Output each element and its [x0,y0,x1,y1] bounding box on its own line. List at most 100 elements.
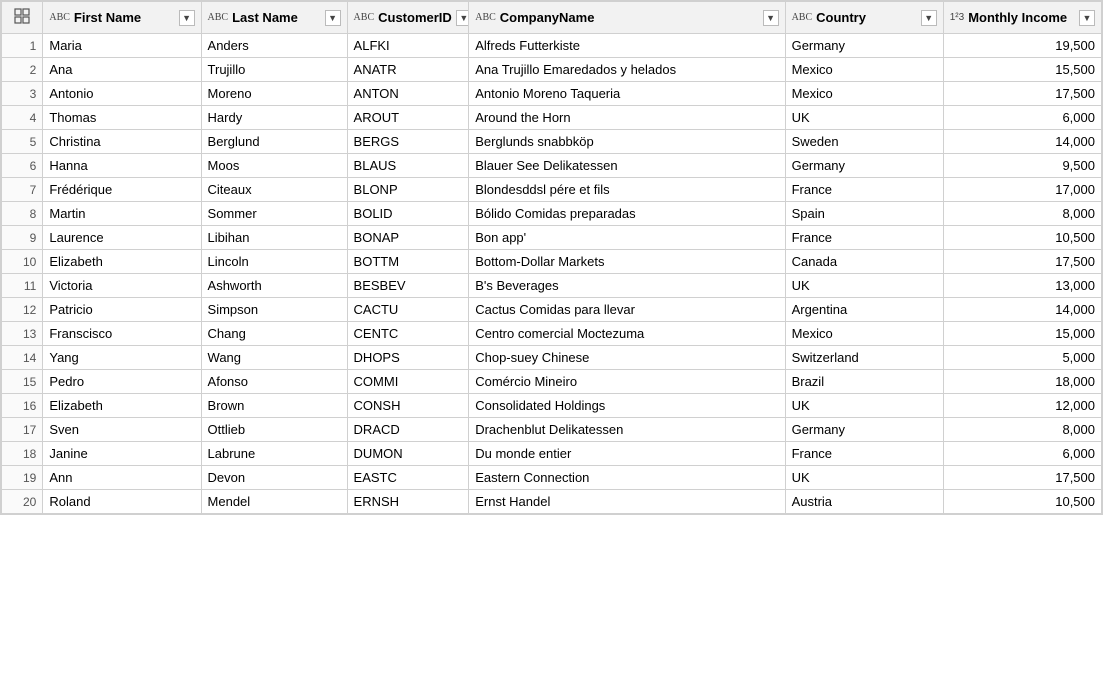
cell-company-name: Cactus Comidas para llevar [469,298,785,322]
row-number: 20 [2,490,43,514]
cell-country: Germany [785,418,943,442]
cell-first-name: Christina [43,130,201,154]
monthly-income-dropdown[interactable]: ▼ [1079,10,1095,26]
table-row: 13FransciscoChangCENTCCentro comercial M… [2,322,1102,346]
cell-company-name: Bottom-Dollar Markets [469,250,785,274]
table-row: 2AnaTrujilloANATRAna Trujillo Emaredados… [2,58,1102,82]
cell-monthly-income: 6,000 [943,442,1101,466]
cell-customer-id: ANTON [347,82,469,106]
abc-icon-country: ABC [792,12,813,23]
cell-country: France [785,442,943,466]
abc-icon-firstname: ABC [49,12,70,23]
header-country[interactable]: ABC Country ▼ [785,2,943,34]
cell-last-name: Moreno [201,82,347,106]
company-name-dropdown[interactable]: ▼ [763,10,779,26]
cell-last-name: Libihan [201,226,347,250]
cell-monthly-income: 18,000 [943,370,1101,394]
cell-first-name: Patricio [43,298,201,322]
cell-first-name: Frédérique [43,178,201,202]
table-row: 4ThomasHardyAROUTAround the HornUK6,000 [2,106,1102,130]
cell-company-name: Ernst Handel [469,490,785,514]
cell-customer-id: ANATR [347,58,469,82]
cell-first-name: Laurence [43,226,201,250]
cell-monthly-income: 9,500 [943,154,1101,178]
cell-last-name: Simpson [201,298,347,322]
cell-monthly-income: 10,500 [943,226,1101,250]
customer-id-dropdown[interactable]: ▼ [456,10,469,26]
header-customer-id[interactable]: ABC CustomerID ▼ [347,2,469,34]
row-number: 1 [2,34,43,58]
table-row: 18JanineLabruneDUMONDu monde entierFranc… [2,442,1102,466]
cell-last-name: Hardy [201,106,347,130]
cell-first-name: Yang [43,346,201,370]
cell-first-name: Elizabeth [43,394,201,418]
cell-company-name: Eastern Connection [469,466,785,490]
row-number: 10 [2,250,43,274]
cell-customer-id: BOLID [347,202,469,226]
row-number: 19 [2,466,43,490]
cell-last-name: Chang [201,322,347,346]
cell-first-name: Roland [43,490,201,514]
header-last-name[interactable]: ABC Last Name ▼ [201,2,347,34]
cell-last-name: Ashworth [201,274,347,298]
row-number: 3 [2,82,43,106]
cell-first-name: Sven [43,418,201,442]
cell-last-name: Moos [201,154,347,178]
cell-monthly-income: 17,500 [943,250,1101,274]
header-monthly-income[interactable]: 1²3 Monthly Income ▼ [943,2,1101,34]
row-number: 17 [2,418,43,442]
cell-country: France [785,178,943,202]
row-number: 15 [2,370,43,394]
header-first-name[interactable]: ABC First Name ▼ [43,2,201,34]
cell-last-name: Lincoln [201,250,347,274]
cell-first-name: Janine [43,442,201,466]
cell-company-name: Drachenblut Delikatessen [469,418,785,442]
cell-last-name: Anders [201,34,347,58]
country-dropdown[interactable]: ▼ [921,10,937,26]
table-row: 15PedroAfonsoCOMMIComércio MineiroBrazil… [2,370,1102,394]
table-row: 1MariaAndersALFKIAlfreds FutterkisteGerm… [2,34,1102,58]
cell-country: France [785,226,943,250]
table-row: 17SvenOttliebDRACDDrachenblut Delikatess… [2,418,1102,442]
cell-monthly-income: 8,000 [943,202,1101,226]
header-company-name[interactable]: ABC CompanyName ▼ [469,2,785,34]
last-name-dropdown[interactable]: ▼ [325,10,341,26]
cell-monthly-income: 13,000 [943,274,1101,298]
table-row: 9LaurenceLibihanBONAPBon app'France10,50… [2,226,1102,250]
cell-monthly-income: 15,500 [943,58,1101,82]
row-number: 16 [2,394,43,418]
row-number: 11 [2,274,43,298]
cell-first-name: Hanna [43,154,201,178]
cell-monthly-income: 17,000 [943,178,1101,202]
cell-first-name: Antonio [43,82,201,106]
cell-country: Germany [785,34,943,58]
cell-customer-id: ALFKI [347,34,469,58]
row-number: 13 [2,322,43,346]
cell-company-name: Bólido Comidas preparadas [469,202,785,226]
cell-first-name: Franscisco [43,322,201,346]
table-grid-icon [14,8,30,24]
table-row: 20RolandMendelERNSHErnst HandelAustria10… [2,490,1102,514]
header-monthly-income-label: Monthly Income [968,10,1067,25]
row-number: 2 [2,58,43,82]
cell-customer-id: BLAUS [347,154,469,178]
cell-monthly-income: 17,500 [943,466,1101,490]
cell-monthly-income: 12,000 [943,394,1101,418]
cell-country: Austria [785,490,943,514]
cell-company-name: Blondesddsl pére et fils [469,178,785,202]
cell-monthly-income: 14,000 [943,298,1101,322]
cell-company-name: Alfreds Futterkiste [469,34,785,58]
first-name-dropdown[interactable]: ▼ [179,10,195,26]
cell-last-name: Ottlieb [201,418,347,442]
table-row: 14YangWangDHOPSChop-suey ChineseSwitzerl… [2,346,1102,370]
cell-company-name: Blauer See Delikatessen [469,154,785,178]
cell-last-name: Trujillo [201,58,347,82]
cell-last-name: Devon [201,466,347,490]
cell-country: Mexico [785,58,943,82]
cell-last-name: Afonso [201,370,347,394]
cell-company-name: Bon app' [469,226,785,250]
cell-first-name: Martin [43,202,201,226]
cell-company-name: Berglunds snabbköp [469,130,785,154]
123-icon-monthlyincome: 1²3 [950,12,964,23]
cell-monthly-income: 5,000 [943,346,1101,370]
